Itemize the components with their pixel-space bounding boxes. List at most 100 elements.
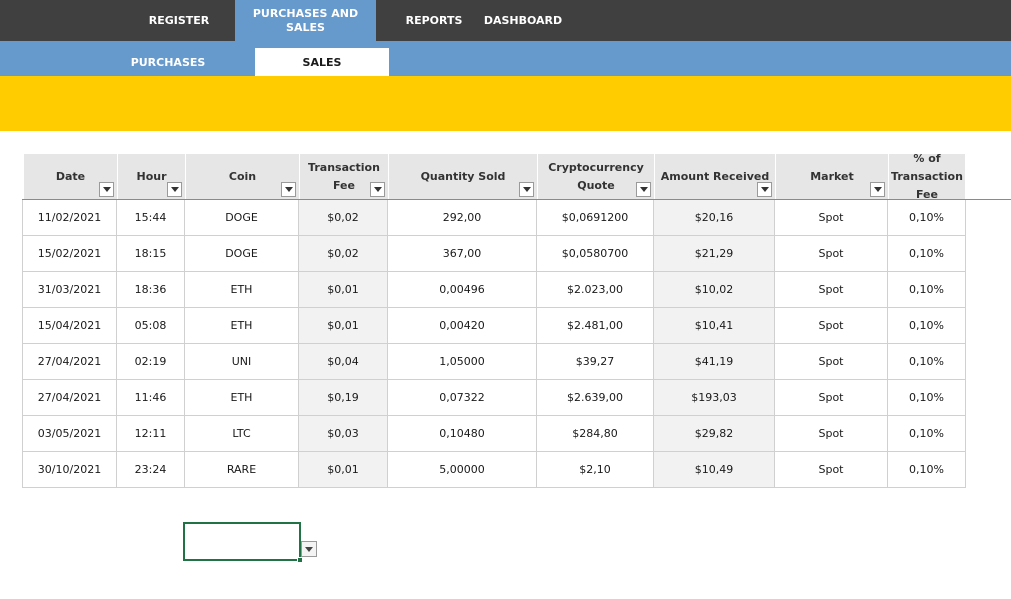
cell-coin[interactable]: DOGE [185, 236, 299, 272]
cell-amount-received[interactable]: $10,41 [654, 308, 775, 344]
cell-cryptocurrency-quote[interactable]: $0,0691200 [537, 200, 654, 236]
cell-coin[interactable]: LTC [185, 416, 299, 452]
cell-market[interactable]: Spot [775, 308, 888, 344]
cell-cryptocurrency-quote[interactable]: $39,27 [537, 344, 654, 380]
cell-hour[interactable]: 18:15 [117, 236, 185, 272]
cell-hour[interactable]: 18:36 [117, 272, 185, 308]
cell-hour[interactable]: 12:11 [117, 416, 185, 452]
cell-quantity-sold[interactable]: 1,05000 [388, 344, 537, 380]
cell-amount-received[interactable]: $193,03 [654, 380, 775, 416]
column-header-hour: Hour [118, 154, 185, 199]
cell-market[interactable]: Spot [775, 200, 888, 236]
cell-transaction-fee[interactable]: $0,04 [299, 344, 388, 380]
cell-coin[interactable]: ETH [185, 272, 299, 308]
cell-date[interactable]: 27/04/2021 [22, 380, 117, 416]
filter-button-transaction-fee[interactable] [370, 182, 385, 197]
cell-quantity-sold[interactable]: 5,00000 [388, 452, 537, 488]
cell-percent-fee[interactable]: 0,10% [888, 200, 966, 236]
cell-hour[interactable]: 23:24 [117, 452, 185, 488]
cell-quantity-sold[interactable]: 0,07322 [388, 380, 537, 416]
cell-coin[interactable]: ETH [185, 308, 299, 344]
cell-amount-received[interactable]: $41,19 [654, 344, 775, 380]
table-row: 11/02/2021 15:44 DOGE $0,02 292,00 $0,06… [22, 200, 966, 236]
cell-percent-fee[interactable]: 0,10% [888, 308, 966, 344]
cell-date[interactable]: 11/02/2021 [22, 200, 117, 236]
cell-hour[interactable]: 02:19 [117, 344, 185, 380]
cell-date[interactable]: 30/10/2021 [22, 452, 117, 488]
cell-cryptocurrency-quote[interactable]: $2.481,00 [537, 308, 654, 344]
chevron-down-icon [373, 187, 382, 192]
cell-coin[interactable]: UNI [185, 344, 299, 380]
filter-button-hour[interactable] [167, 182, 182, 197]
cell-coin[interactable]: DOGE [185, 200, 299, 236]
cell-transaction-fee[interactable]: $0,02 [299, 200, 388, 236]
tab-purchases[interactable]: PURCHASES [110, 48, 226, 76]
cell-amount-received[interactable]: $20,16 [654, 200, 775, 236]
chevron-down-icon [873, 187, 882, 192]
cell-date[interactable]: 31/03/2021 [22, 272, 117, 308]
cell-amount-received[interactable]: $21,29 [654, 236, 775, 272]
nav-reports[interactable]: REPORTS [396, 0, 472, 41]
cell-quantity-sold[interactable]: 0,00496 [388, 272, 537, 308]
nav-register[interactable]: REGISTER [124, 0, 234, 41]
cell-coin[interactable]: ETH [185, 380, 299, 416]
cell-cryptocurrency-quote[interactable]: $2,10 [537, 452, 654, 488]
filter-button-market[interactable] [870, 182, 885, 197]
filter-button-amount-received[interactable] [757, 182, 772, 197]
cell-hour[interactable]: 05:08 [117, 308, 185, 344]
cell-amount-received[interactable]: $29,82 [654, 416, 775, 452]
cell-percent-fee[interactable]: 0,10% [888, 416, 966, 452]
tab-sales[interactable]: SALES [255, 48, 389, 76]
cell-market[interactable]: Spot [775, 236, 888, 272]
selected-cell[interactable] [183, 522, 303, 563]
cell-transaction-fee[interactable]: $0,01 [299, 452, 388, 488]
cell-transaction-fee[interactable]: $0,01 [299, 308, 388, 344]
cell-market[interactable]: Spot [775, 344, 888, 380]
cell-quantity-sold[interactable]: 0,00420 [388, 308, 537, 344]
cell-transaction-fee[interactable]: $0,19 [299, 380, 388, 416]
table-row: 15/04/2021 05:08 ETH $0,01 0,00420 $2.48… [22, 308, 966, 344]
cell-quantity-sold[interactable]: 292,00 [388, 200, 537, 236]
cell-percent-fee[interactable]: 0,10% [888, 272, 966, 308]
fill-handle[interactable] [297, 557, 303, 563]
cell-hour[interactable]: 15:44 [117, 200, 185, 236]
table-row: 27/04/2021 11:46 ETH $0,19 0,07322 $2.63… [22, 380, 966, 416]
cell-amount-received[interactable]: $10,02 [654, 272, 775, 308]
cell-date[interactable]: 15/04/2021 [22, 308, 117, 344]
cell-transaction-fee[interactable]: $0,01 [299, 272, 388, 308]
cell-hour[interactable]: 11:46 [117, 380, 185, 416]
filter-button-cryptocurrency-quote[interactable] [636, 182, 651, 197]
cell-market[interactable]: Spot [775, 272, 888, 308]
cell-amount-received[interactable]: $10,49 [654, 452, 775, 488]
cell-market[interactable]: Spot [775, 380, 888, 416]
sub-navigation: PURCHASES SALES [0, 41, 1011, 76]
cell-transaction-fee[interactable]: $0,02 [299, 236, 388, 272]
nav-dashboard[interactable]: DASHBOARD [478, 0, 568, 41]
cell-percent-fee[interactable]: 0,10% [888, 236, 966, 272]
cell-quantity-sold[interactable]: 0,10480 [388, 416, 537, 452]
cell-quantity-sold[interactable]: 367,00 [388, 236, 537, 272]
cell-cryptocurrency-quote[interactable]: $2.639,00 [537, 380, 654, 416]
cell-coin[interactable]: RARE [185, 452, 299, 488]
filter-button-date[interactable] [99, 182, 114, 197]
table-row: 27/04/2021 02:19 UNI $0,04 1,05000 $39,2… [22, 344, 966, 380]
cell-dropdown-button[interactable] [301, 541, 317, 557]
cell-transaction-fee[interactable]: $0,03 [299, 416, 388, 452]
nav-purchases-and-sales[interactable]: PURCHASES AND SALES [235, 0, 376, 41]
banner [0, 76, 1011, 131]
cell-market[interactable]: Spot [775, 452, 888, 488]
cell-market[interactable]: Spot [775, 416, 888, 452]
tab-sales-label: SALES [302, 55, 342, 69]
cell-date[interactable]: 15/02/2021 [22, 236, 117, 272]
cell-date[interactable]: 03/05/2021 [22, 416, 117, 452]
cell-percent-fee[interactable]: 0,10% [888, 344, 966, 380]
cell-cryptocurrency-quote[interactable]: $2.023,00 [537, 272, 654, 308]
cell-percent-fee[interactable]: 0,10% [888, 380, 966, 416]
cell-cryptocurrency-quote[interactable]: $284,80 [537, 416, 654, 452]
cell-date[interactable]: 27/04/2021 [22, 344, 117, 380]
cell-cryptocurrency-quote[interactable]: $0,0580700 [537, 236, 654, 272]
column-header-quantity-sold: Quantity Sold [389, 154, 537, 199]
cell-percent-fee[interactable]: 0,10% [888, 452, 966, 488]
filter-button-coin[interactable] [281, 182, 296, 197]
filter-button-quantity-sold[interactable] [519, 182, 534, 197]
